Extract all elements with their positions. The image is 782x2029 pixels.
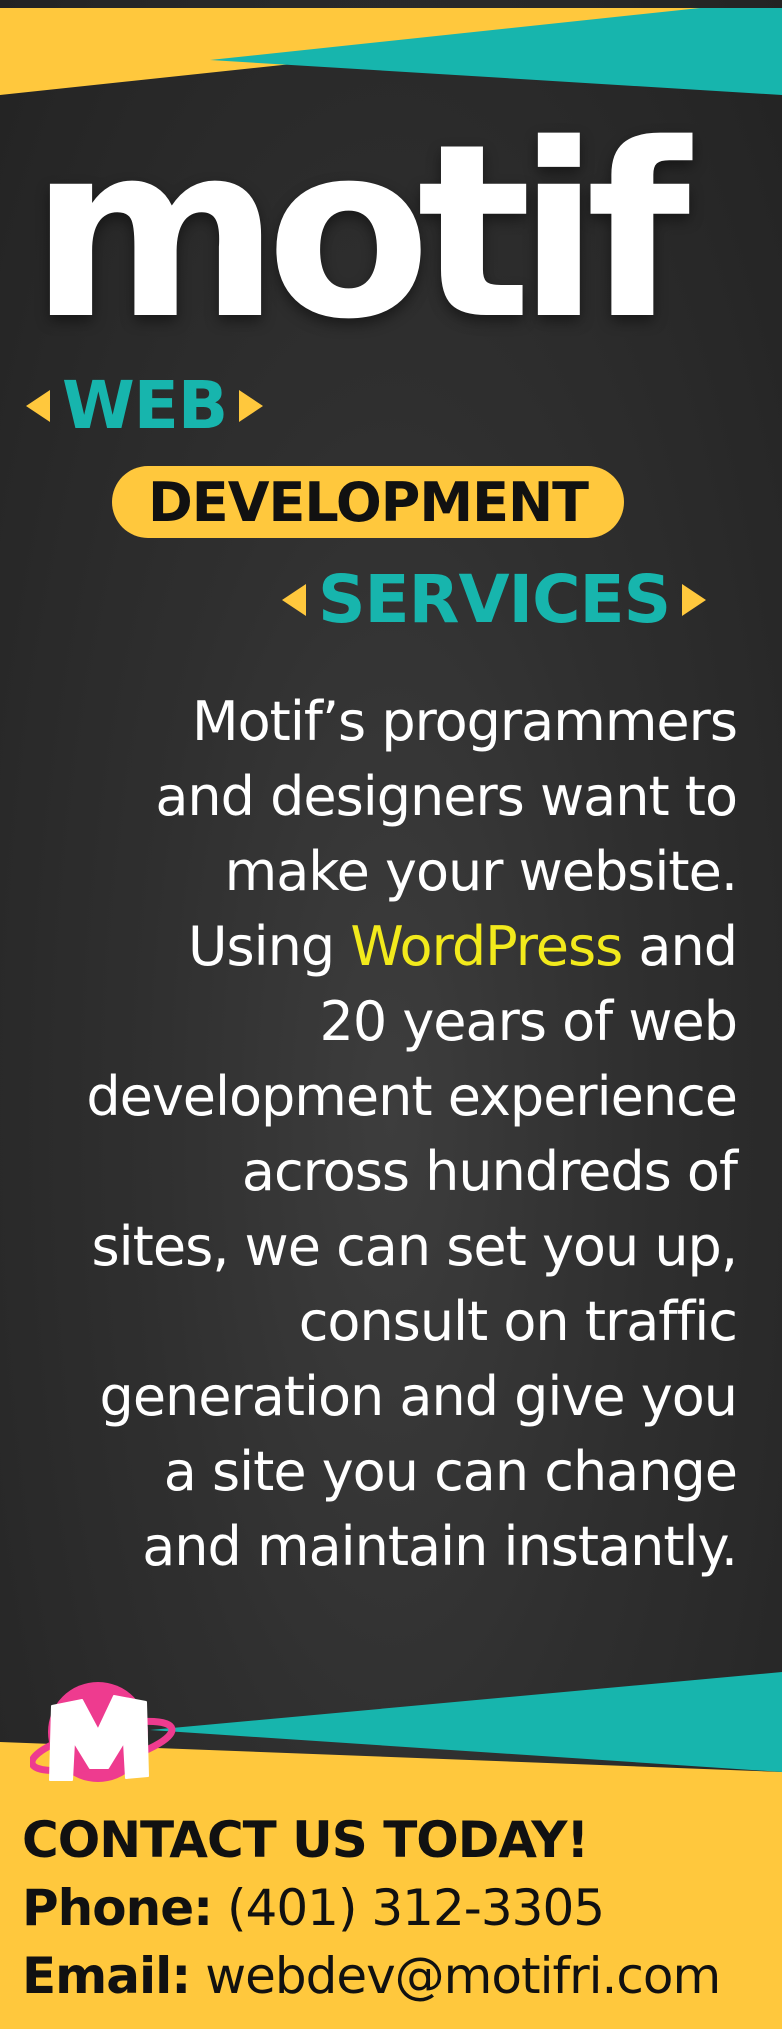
email-row: Email: webdev@motifri.com xyxy=(22,1942,782,2010)
phone-label: Phone: xyxy=(22,1879,213,1937)
contact-heading: CONTACT US TODAY! xyxy=(22,1811,589,1869)
ad-banner: motif WEB DEVELOPMENT SERVICES Motif’s p… xyxy=(0,0,782,2029)
phone-row: Phone: (401) 312-3305 xyxy=(22,1874,782,1942)
m-logo-icon xyxy=(30,1682,176,1782)
contact-block: CONTACT US TODAY! Phone: (401) 312-3305 … xyxy=(22,1806,782,2010)
phone-number[interactable]: (401) 312-3305 xyxy=(227,1879,605,1937)
email-address[interactable]: webdev@motifri.com xyxy=(205,1947,721,2005)
email-label: Email: xyxy=(22,1947,191,2005)
